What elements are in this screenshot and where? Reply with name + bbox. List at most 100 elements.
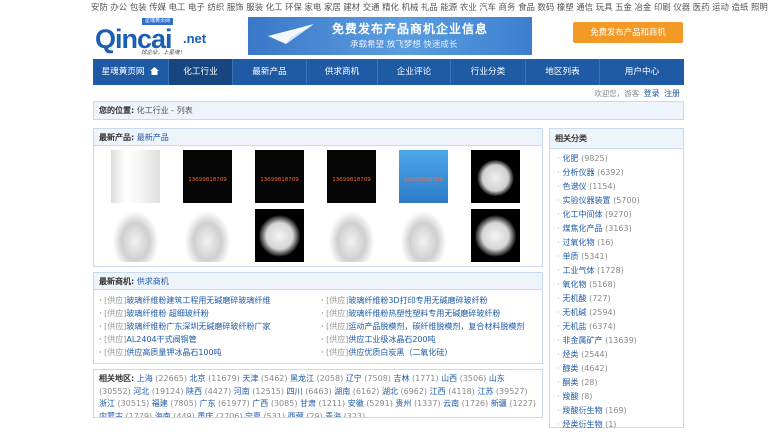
product-thumbnail[interactable]: [399, 209, 448, 262]
nav-home[interactable]: 星魂黄页网: [93, 59, 169, 85]
product-thumbnail[interactable]: [327, 209, 376, 262]
product-thumbnail[interactable]: [111, 209, 160, 262]
sidebar-category-name[interactable]: 无机酸: [563, 294, 587, 303]
offer-link[interactable]: 玻璃纤维粉 超细玻纤粉: [126, 309, 209, 318]
product-thumbnail[interactable]: 13699818709: [399, 150, 448, 203]
region-link[interactable]: 黑龙江: [290, 374, 314, 383]
region-link[interactable]: 广西: [252, 399, 268, 408]
sidebar-category-item[interactable]: · 过氧化物 (16): [557, 236, 683, 250]
region-link[interactable]: 湖北: [382, 387, 398, 396]
product-thumbnail[interactable]: 13699818709: [327, 150, 376, 203]
region-link[interactable]: 西藏: [288, 412, 304, 418]
offer-item[interactable]: · [供应]玻璃纤维粉3D打印专用无碱磨碎玻纤粉: [321, 296, 543, 306]
region-link[interactable]: 江西: [430, 387, 446, 396]
offer-item[interactable]: · [供应]供应优质白炭黑（二氧化硅）: [321, 348, 543, 358]
sidebar-category-name[interactable]: 氧化物: [563, 280, 587, 289]
sidebar-category-name[interactable]: 无机盐: [563, 322, 587, 331]
region-link[interactable]: 陕西: [186, 387, 202, 396]
region-link[interactable]: 安徽: [348, 399, 364, 408]
product-thumbnail[interactable]: [111, 150, 160, 203]
region-link[interactable]: 天津: [242, 374, 258, 383]
site-logo[interactable]: 星魂黄页网 Qincai .net 找企业，上星魂！: [95, 18, 225, 56]
nav-regions[interactable]: 地区列表: [526, 59, 600, 85]
offer-link[interactable]: 供应高质量钾冰晶石100吨: [126, 348, 221, 357]
sidebar-category-name[interactable]: 工业气体: [563, 266, 595, 275]
region-link[interactable]: 江苏: [477, 387, 493, 396]
region-link[interactable]: 新疆: [491, 399, 507, 408]
offer-link[interactable]: AL2404干式阀铜管: [126, 335, 196, 344]
region-link[interactable]: 重庆: [197, 412, 213, 418]
login-link[interactable]: 登录: [644, 89, 660, 98]
region-link[interactable]: 山东: [489, 374, 505, 383]
sidebar-category-item[interactable]: · 非金属矿产 (13639): [557, 334, 683, 348]
sidebar-category-name[interactable]: 化工中间体: [563, 210, 603, 219]
region-link[interactable]: 北京: [190, 374, 206, 383]
region-link[interactable]: 宁夏: [245, 412, 261, 418]
sidebar-category-name[interactable]: 实验仪器装置: [563, 196, 611, 205]
sidebar-category-name[interactable]: 化肥: [563, 154, 579, 163]
sidebar-category-item[interactable]: · 烃类 (2544): [557, 348, 683, 362]
register-link[interactable]: 注册: [664, 89, 680, 98]
sidebar-category-item[interactable]: · 羧酸 (8): [557, 390, 683, 404]
sidebar-category-name[interactable]: 单质: [563, 252, 579, 261]
nav-chemical[interactable]: 化工行业: [169, 59, 233, 85]
product-thumbnail[interactable]: 13699818709: [255, 150, 304, 203]
sidebar-category-name[interactable]: 无机碱: [563, 308, 587, 317]
sidebar-category-item[interactable]: · 化肥 (9825): [557, 152, 683, 166]
region-link[interactable]: 辽宁: [346, 374, 362, 383]
offer-item[interactable]: · [供应]玻璃纤维粉 超细玻纤粉: [99, 309, 321, 319]
sidebar-category-item[interactable]: · 煤焦化产品 (3163): [557, 222, 683, 236]
sidebar-category-name[interactable]: 羧酸: [563, 392, 579, 401]
offer-item[interactable]: · [供应]供应工业级冰晶石200吨: [321, 335, 543, 345]
top-category-links[interactable]: 安防 办公 包装 传媒 电工 电子 纺织 服饰 服装 化工 环保 家电 家居 建…: [0, 0, 777, 14]
nav-company-reviews[interactable]: 企业评论: [378, 59, 451, 85]
products-link[interactable]: 最新产品: [137, 133, 169, 142]
product-thumbnail[interactable]: [471, 209, 520, 262]
offer-link[interactable]: 运动产品脱模剂，碳纤维脱模剂，复合材料脱模剂: [348, 322, 524, 331]
sidebar-category-item[interactable]: · 烃类衍生物 (1): [557, 418, 683, 432]
offers-link[interactable]: 供求商机: [137, 277, 169, 286]
offer-item[interactable]: · [供应]供应高质量钾冰晶石100吨: [99, 348, 321, 358]
sidebar-category-name[interactable]: 色谱仪: [563, 182, 587, 191]
offer-link[interactable]: 玻璃纤维粉3D打印专用无碱磨碎玻纤粉: [348, 296, 487, 305]
region-link[interactable]: 河北: [133, 387, 149, 396]
offer-item[interactable]: · [供应]玻璃纤维粉热塑性塑料专用无碱磨碎玻纤粉: [321, 309, 543, 319]
product-thumbnail[interactable]: [471, 150, 520, 203]
sidebar-category-name[interactable]: 醇类: [563, 364, 579, 373]
nav-new-products[interactable]: 最新产品: [233, 59, 307, 85]
offer-item[interactable]: · [供应]运动产品脱模剂，碳纤维脱模剂，复合材料脱模剂: [321, 322, 543, 332]
sidebar-category-name[interactable]: 分析仪器: [563, 168, 595, 177]
offer-link[interactable]: 供应优质白炭黑（二氧化硅）: [348, 348, 452, 357]
region-link[interactable]: 青海: [325, 412, 341, 418]
region-link[interactable]: 浙江: [99, 399, 115, 408]
product-thumbnail[interactable]: [183, 209, 232, 262]
promo-banner[interactable]: 免费发布产品商机企业信息 承载希望 放飞梦想 快速成长: [248, 17, 532, 55]
sidebar-category-name[interactable]: 酮类: [563, 378, 579, 387]
offer-link[interactable]: 玻璃纤维粉建筑工程用无碱磨碎玻璃纤维: [126, 296, 270, 305]
sidebar-category-item[interactable]: · 醇类 (4642): [557, 362, 683, 376]
region-link[interactable]: 河南: [234, 387, 250, 396]
sidebar-category-item[interactable]: · 分析仪器 (6392): [557, 166, 683, 180]
publish-free-button[interactable]: 免费发布产品和商机: [573, 22, 683, 43]
region-link[interactable]: 山西: [441, 374, 457, 383]
region-link[interactable]: 甘肃: [300, 399, 316, 408]
sidebar-category-name[interactable]: 煤焦化产品: [563, 224, 603, 233]
product-thumbnail[interactable]: [255, 209, 304, 262]
region-link[interactable]: 湖南: [334, 387, 350, 396]
sidebar-category-item[interactable]: · 无机碱 (2594): [557, 306, 683, 320]
sidebar-category-item[interactable]: · 实验仪器装置 (5700): [557, 194, 683, 208]
sidebar-category-item[interactable]: · 无机酸 (727): [557, 292, 683, 306]
sidebar-category-name[interactable]: 非金属矿产: [563, 336, 603, 345]
offer-link[interactable]: 玻璃纤维粉热塑性塑料专用无碱磨碎玻纤粉: [348, 309, 500, 318]
sidebar-category-item[interactable]: · 化工中间体 (9270): [557, 208, 683, 222]
sidebar-category-item[interactable]: · 酮类 (28): [557, 376, 683, 390]
sidebar-category-name[interactable]: 过氧化物: [563, 238, 595, 247]
sidebar-category-item[interactable]: · 单质 (5341): [557, 250, 683, 264]
sidebar-category-item[interactable]: · 色谱仪 (1154): [557, 180, 683, 194]
region-link[interactable]: 海南: [155, 412, 171, 418]
region-link[interactable]: 云南: [443, 399, 459, 408]
sidebar-category-item[interactable]: · 羧酸衍生物 (169): [557, 404, 683, 418]
nav-supply-demand[interactable]: 供求商机: [307, 59, 378, 85]
offer-link[interactable]: 供应工业级冰晶石200吨: [348, 335, 435, 344]
region-link[interactable]: 吉林: [393, 374, 409, 383]
